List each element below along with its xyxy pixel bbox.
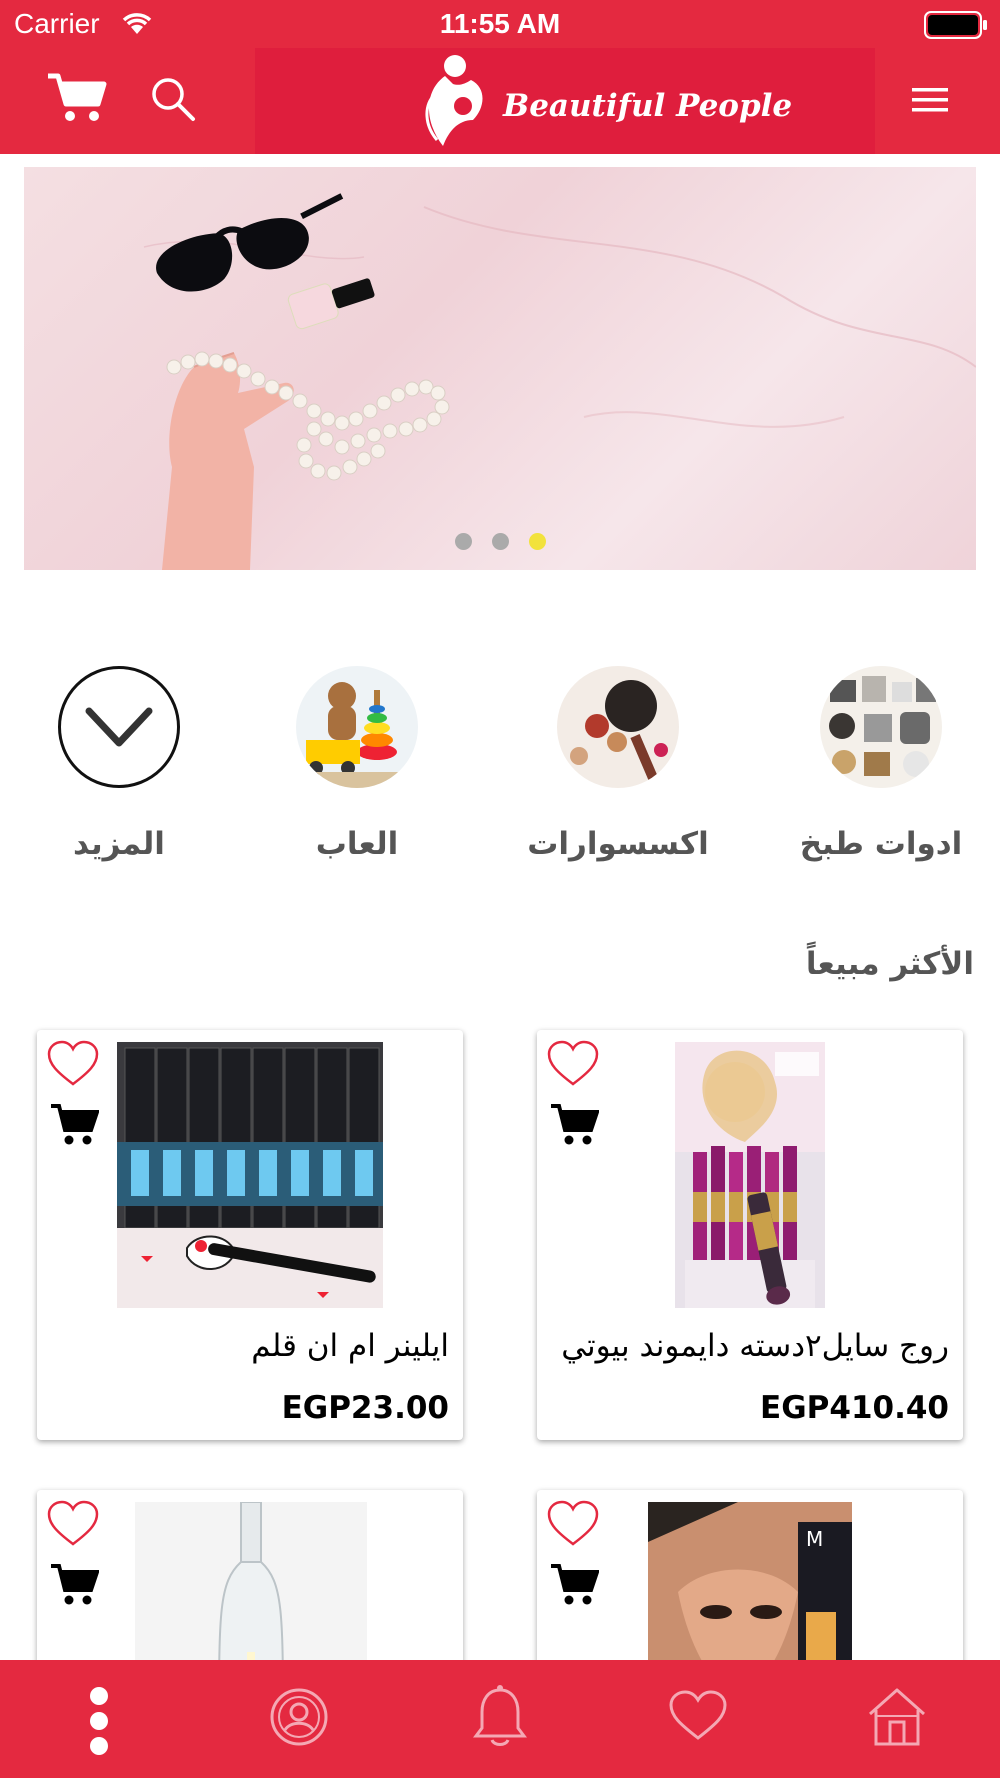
battery-icon [924,11,988,43]
heart-icon[interactable] [47,1040,99,1092]
chevron-down-icon [58,666,180,788]
bell-icon[interactable] [472,1684,528,1752]
cart-icon[interactable] [46,72,108,128]
search-icon[interactable] [150,76,196,126]
category-label: العاب [315,826,399,862]
hamburger-menu-icon[interactable] [912,86,948,118]
brand-logo[interactable]: Beautiful People [255,48,875,154]
add-to-cart-icon[interactable] [549,1562,600,1610]
category-label: اكسسوارات [527,826,709,862]
more-vertical-icon[interactable] [86,1686,112,1760]
banner-image [143,193,976,570]
heart-icon[interactable] [547,1040,599,1092]
product-name: ايلينر ام ان قلم [251,1328,449,1364]
bottom-tab-bar [0,1660,1000,1778]
add-to-cart-icon[interactable] [49,1102,100,1150]
logo-text: Beautiful People [503,88,793,124]
home-icon[interactable] [866,1686,928,1752]
heart-icon[interactable] [47,1500,99,1552]
category-image [820,666,942,788]
category-accessories[interactable]: اكسسوارات [527,666,709,862]
promo-banner-slider[interactable] [24,167,976,570]
profile-icon[interactable] [270,1688,328,1750]
product-price: EGP23.00 [281,1390,449,1426]
best-sellers-title: الأكثر مبيعاً [805,946,974,982]
category-more[interactable]: المزيد [54,666,184,862]
app-header: Beautiful People [0,48,1000,154]
category-kitchen-tools[interactable]: ادوات طبخ [800,666,962,862]
status-bar: Carrier 11:55 AM [0,0,1000,48]
product-name: روج سايل٢دسته دايموند بيوتي [561,1328,949,1364]
category-image [296,666,418,788]
category-label: ادوات طبخ [799,826,963,862]
slider-dot[interactable] [491,533,509,550]
slider-dot-active[interactable] [528,533,546,550]
heart-icon[interactable] [668,1690,728,1746]
category-image [557,666,679,788]
product-card[interactable]: ايلينر ام ان قلم EGP23.00 [37,1030,463,1440]
product-image[interactable] [117,1042,383,1308]
slider-dot[interactable] [454,533,472,550]
add-to-cart-icon[interactable] [49,1562,100,1610]
product-price: EGP410.40 [760,1390,949,1426]
product-image[interactable] [675,1042,825,1308]
slider-pagination[interactable] [24,533,976,554]
clock: 11:55 AM [439,8,561,39]
heart-icon[interactable] [547,1500,599,1552]
category-toys[interactable]: العاب [292,666,422,862]
logo-mark-icon [415,50,495,156]
svg-text:M: M [806,1527,823,1551]
category-label: المزيد [73,826,165,862]
product-card[interactable]: روج سايل٢دسته دايموند بيوتي EGP410.40 [537,1030,963,1440]
add-to-cart-icon[interactable] [549,1102,600,1150]
